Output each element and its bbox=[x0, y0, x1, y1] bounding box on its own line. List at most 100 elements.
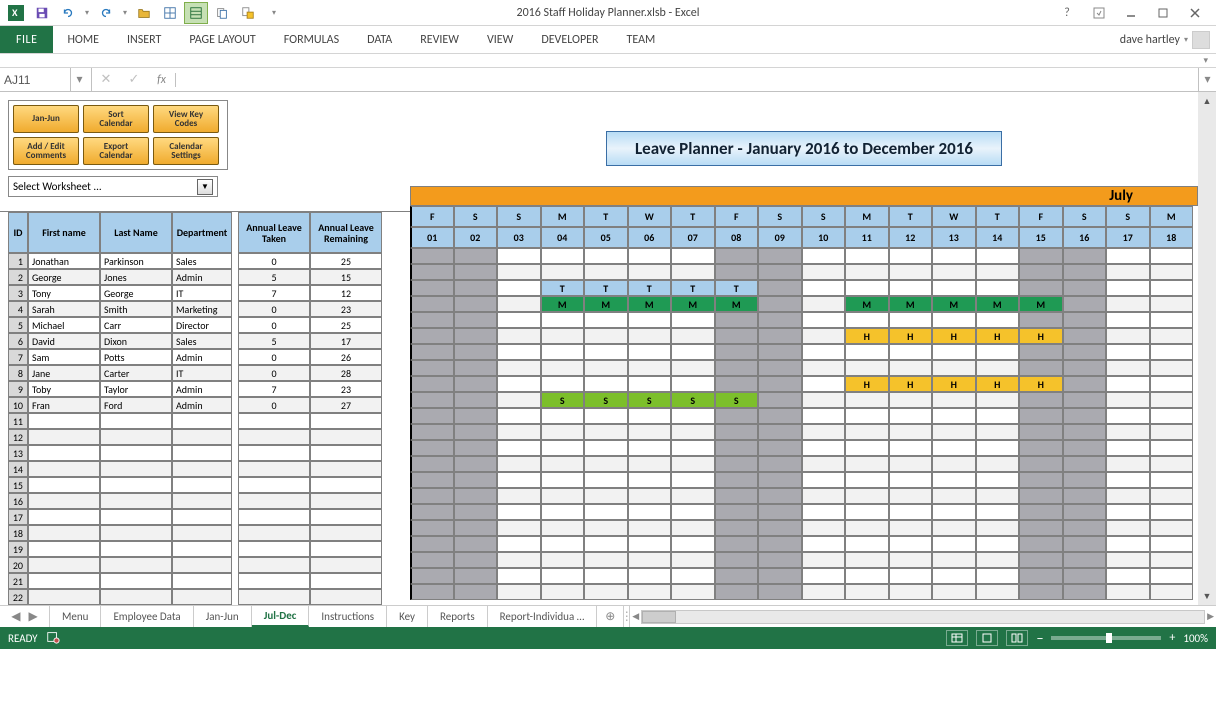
calendar-cell[interactable] bbox=[758, 280, 802, 296]
calendar-cell[interactable] bbox=[976, 344, 1020, 360]
calendar-cell[interactable] bbox=[497, 584, 541, 600]
calendar-cell[interactable] bbox=[454, 248, 498, 264]
table-row[interactable]: 4SarahSmithMarketing023 bbox=[8, 301, 410, 317]
calendar-cell[interactable] bbox=[845, 280, 889, 296]
calendar-cell[interactable] bbox=[541, 344, 585, 360]
cell[interactable]: 4 bbox=[8, 301, 28, 317]
calendar-cell[interactable] bbox=[1150, 312, 1194, 328]
cell[interactable]: 9 bbox=[8, 381, 28, 397]
sheet-tab[interactable]: Employee Data bbox=[101, 606, 193, 627]
calendar-cell[interactable] bbox=[976, 488, 1020, 504]
table-row[interactable]: 7SamPottsAdmin026 bbox=[8, 349, 410, 365]
calendar-cell[interactable] bbox=[1063, 472, 1107, 488]
calendar-cell[interactable] bbox=[1063, 440, 1107, 456]
calendar-cell[interactable] bbox=[889, 408, 933, 424]
calendar-cell[interactable] bbox=[1019, 408, 1063, 424]
table-row[interactable]: 16 bbox=[8, 493, 410, 509]
calendar-cell[interactable] bbox=[889, 568, 933, 584]
table-row[interactable]: 15 bbox=[8, 477, 410, 493]
sheet-nav[interactable]: ◀ ▶ bbox=[0, 606, 50, 627]
table-row[interactable]: 14 bbox=[8, 461, 410, 477]
calendar-cell[interactable] bbox=[1019, 520, 1063, 536]
hscroll-left-icon[interactable]: ◀ bbox=[632, 611, 639, 622]
cancel-formula-icon[interactable]: ✕ bbox=[92, 72, 120, 87]
calendar-cell[interactable]: M bbox=[541, 296, 585, 312]
calendar-cell[interactable] bbox=[628, 408, 672, 424]
cell[interactable] bbox=[100, 509, 172, 525]
calendar-cell[interactable] bbox=[410, 248, 454, 264]
cell[interactable]: 3 bbox=[8, 285, 28, 301]
calendar-cell[interactable]: M bbox=[932, 296, 976, 312]
table-row[interactable]: 3TonyGeorgeIT712 bbox=[8, 285, 410, 301]
calendar-cell[interactable] bbox=[541, 264, 585, 280]
cell[interactable]: George bbox=[100, 285, 172, 301]
calendar-cell[interactable]: S bbox=[715, 392, 759, 408]
calendar-cell[interactable] bbox=[1106, 328, 1150, 344]
calendar-cell[interactable] bbox=[932, 248, 976, 264]
cell[interactable]: Admin bbox=[172, 397, 232, 413]
calendar-cell[interactable]: H bbox=[1019, 376, 1063, 392]
cell[interactable] bbox=[28, 493, 100, 509]
vertical-scrollbar[interactable]: ▲ ▼ bbox=[1198, 92, 1216, 605]
calendar-cell[interactable] bbox=[584, 584, 628, 600]
cell[interactable]: Dixon bbox=[100, 333, 172, 349]
cell[interactable] bbox=[238, 493, 310, 509]
calendar-cell[interactable] bbox=[671, 328, 715, 344]
calendar-cell[interactable] bbox=[932, 488, 976, 504]
table-row[interactable]: 20 bbox=[8, 557, 410, 573]
cell[interactable] bbox=[238, 557, 310, 573]
calendar-cell[interactable] bbox=[932, 360, 976, 376]
calendar-cell[interactable] bbox=[1150, 584, 1194, 600]
cell[interactable] bbox=[172, 573, 232, 589]
table-row[interactable]: 8JaneCarterIT028 bbox=[8, 365, 410, 381]
calendar-cell[interactable] bbox=[1106, 264, 1150, 280]
calendar-cell[interactable] bbox=[932, 392, 976, 408]
calendar-cell[interactable] bbox=[802, 392, 846, 408]
calendar-cell[interactable] bbox=[845, 456, 889, 472]
cell[interactable]: 11 bbox=[8, 413, 28, 429]
cell[interactable]: 0 bbox=[238, 397, 310, 413]
calendar-cell[interactable] bbox=[541, 312, 585, 328]
calendar-cell[interactable] bbox=[541, 504, 585, 520]
cell[interactable]: Potts bbox=[100, 349, 172, 365]
table-row[interactable]: 12 bbox=[8, 429, 410, 445]
calendar-cell[interactable]: H bbox=[932, 328, 976, 344]
cell[interactable] bbox=[28, 509, 100, 525]
calendar-cell[interactable] bbox=[410, 376, 454, 392]
calendar-cell[interactable] bbox=[1106, 248, 1150, 264]
calendar-cell[interactable] bbox=[628, 312, 672, 328]
calendar-cell[interactable] bbox=[802, 264, 846, 280]
calendar-cell[interactable] bbox=[671, 440, 715, 456]
calendar-cell[interactable] bbox=[497, 520, 541, 536]
table-row[interactable]: 11 bbox=[8, 413, 410, 429]
calendar-cell[interactable] bbox=[932, 520, 976, 536]
hscroll-thumb[interactable] bbox=[642, 611, 676, 623]
calendar-cell[interactable] bbox=[1063, 296, 1107, 312]
calendar-cell[interactable] bbox=[1063, 552, 1107, 568]
calendar-cell[interactable] bbox=[1150, 552, 1194, 568]
cell[interactable]: 10 bbox=[8, 397, 28, 413]
cell[interactable] bbox=[100, 445, 172, 461]
calendar-cell[interactable]: H bbox=[932, 376, 976, 392]
calendar-cell[interactable] bbox=[758, 536, 802, 552]
calendar-cell[interactable] bbox=[454, 456, 498, 472]
cell[interactable] bbox=[28, 445, 100, 461]
cell[interactable]: 12 bbox=[310, 285, 382, 301]
calendar-cell[interactable] bbox=[584, 408, 628, 424]
sheet-nav-next-icon[interactable]: ▶ bbox=[29, 609, 38, 624]
calendar-cell[interactable] bbox=[1019, 424, 1063, 440]
calendar-cell[interactable] bbox=[541, 408, 585, 424]
calendar-cell[interactable] bbox=[845, 552, 889, 568]
cell[interactable]: Sales bbox=[172, 333, 232, 349]
calendar-cell[interactable]: M bbox=[628, 296, 672, 312]
calendar-cell[interactable] bbox=[497, 488, 541, 504]
calendar-cell[interactable] bbox=[410, 552, 454, 568]
calendar-cell[interactable] bbox=[410, 488, 454, 504]
calendar-cell[interactable] bbox=[715, 424, 759, 440]
calendar-cell[interactable] bbox=[628, 536, 672, 552]
calendar-cell[interactable] bbox=[1019, 392, 1063, 408]
add-sheet-button[interactable]: ⊕ bbox=[597, 606, 623, 627]
calendar-cell[interactable] bbox=[1106, 408, 1150, 424]
calendar-cell[interactable] bbox=[671, 456, 715, 472]
calendar-cell[interactable] bbox=[976, 312, 1020, 328]
